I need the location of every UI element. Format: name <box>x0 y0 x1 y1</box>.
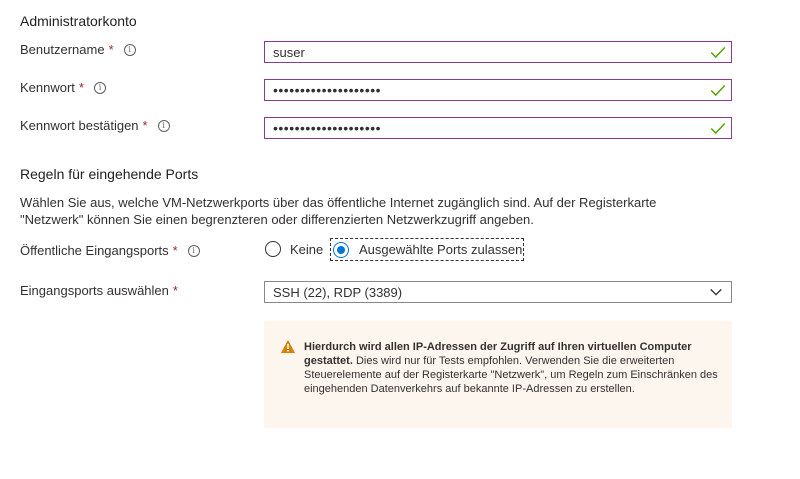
password-field[interactable]: •••••••••••••••••••• <box>264 79 732 101</box>
confirm-password-field[interactable]: •••••••••••••••••••• <box>264 117 732 139</box>
check-icon <box>710 46 726 59</box>
required-mark: * <box>108 42 114 57</box>
radio-none[interactable]: Keine <box>265 241 323 257</box>
required-mark: * <box>172 243 178 258</box>
warning-box: Hierdurch wird allen IP-Adressen der Zug… <box>264 321 732 428</box>
username-label-text: Benutzername <box>20 42 105 57</box>
username-label: Benutzername * i <box>20 42 136 57</box>
warning-body-text: Dies wird nur für Tests empfohlen. Verwe… <box>304 355 718 395</box>
info-icon[interactable]: i <box>93 81 106 94</box>
confirm-password-label: Kennwort bestätigen * i <box>20 118 170 133</box>
required-mark: * <box>142 118 148 133</box>
radio-selected-ports[interactable]: Ausgewählte Ports zulassen <box>330 238 525 261</box>
info-icon[interactable]: i <box>157 119 170 132</box>
ports-dropdown-value: SSH (22), RDP (3389) <box>273 284 403 300</box>
radio-button-selected[interactable] <box>333 241 349 258</box>
public-ports-label-text: Öffentliche Eingangsports <box>20 243 169 258</box>
username-value: suser <box>273 44 305 60</box>
check-icon <box>710 84 726 97</box>
admin-section-title: Administratorkonto <box>20 13 137 29</box>
radio-none-label: Keine <box>290 241 324 257</box>
confirm-password-value: •••••••••••••••••••• <box>273 120 382 136</box>
radio-selected-label: Ausgewählte Ports zulassen <box>359 242 523 257</box>
username-field[interactable]: suser <box>264 41 732 63</box>
info-icon[interactable]: i <box>123 43 136 56</box>
chevron-down-icon[interactable] <box>709 285 723 299</box>
password-label: Kennwort * i <box>20 80 106 95</box>
public-ports-label: Öffentliche Eingangsports * i <box>20 243 200 258</box>
ports-description: Wählen Sie aus, welche VM-Netzwerkports … <box>20 195 657 227</box>
radio-dot <box>337 245 345 254</box>
ports-dropdown[interactable]: SSH (22), RDP (3389) <box>264 281 732 303</box>
confirm-label-text: Kennwort bestätigen <box>20 118 139 133</box>
required-mark: * <box>78 80 84 95</box>
password-value: •••••••••••••••••••• <box>273 82 382 98</box>
warning-triangle-icon <box>281 340 295 353</box>
select-ports-label: Eingangsports auswählen * <box>20 283 178 298</box>
radio-button[interactable] <box>265 241 281 257</box>
info-icon[interactable]: i <box>187 244 200 257</box>
password-label-text: Kennwort <box>20 80 75 95</box>
ports-section-title: Regeln für eingehende Ports <box>20 166 199 182</box>
warning-text: Hierdurch wird allen IP-Adressen der Zug… <box>304 340 719 396</box>
check-icon <box>710 122 726 135</box>
required-mark: * <box>172 283 178 298</box>
select-ports-label-text: Eingangsports auswählen <box>20 283 169 298</box>
